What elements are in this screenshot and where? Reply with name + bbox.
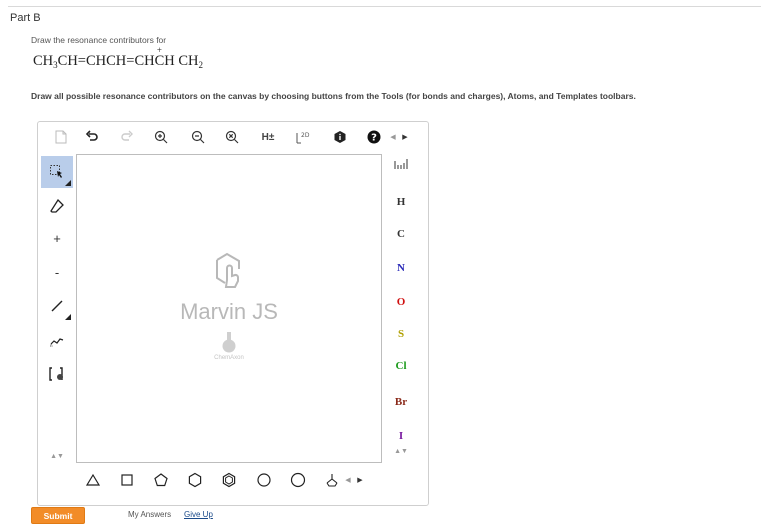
- marvin-editor: H± 2D ? ◀ ▶ + - n ▲▼ Marvin JS ChemAxon …: [37, 121, 429, 506]
- decrease-charge-button[interactable]: -: [41, 256, 73, 288]
- cyclohexane-template-icon[interactable]: [184, 470, 206, 490]
- periodic-table-icon[interactable]: [386, 158, 416, 173]
- undo-icon[interactable]: [83, 127, 101, 147]
- left-toolbar-scroll-icon[interactable]: ▲▼: [41, 445, 73, 467]
- top-divider: [8, 6, 761, 7]
- part-title: Part B: [10, 12, 41, 24]
- formula-c-plus: C: [154, 53, 165, 69]
- carbocation-carbon: C +: [154, 45, 165, 70]
- cycloheptane-template-icon[interactable]: [253, 470, 275, 490]
- clean-2d-button[interactable]: 2D: [294, 127, 314, 147]
- single-bond-button[interactable]: [41, 290, 73, 322]
- marvin-logo-icon: [216, 252, 240, 288]
- new-document-icon[interactable]: [52, 127, 70, 147]
- help-icon[interactable]: ?: [365, 127, 383, 147]
- templates-scroll-left-icon[interactable]: ◀: [343, 470, 353, 490]
- formula-sub2: 2: [198, 60, 204, 70]
- select-tool-button[interactable]: [41, 156, 73, 188]
- bracket-tool-button[interactable]: [41, 358, 73, 390]
- help-label: ?: [371, 133, 377, 144]
- chemical-formula: CH3CH=CHCH=CHC + H CH2: [33, 45, 204, 70]
- benzene-template-icon[interactable]: [218, 470, 240, 490]
- formula-seg1: CH: [33, 53, 54, 69]
- clean-2d-label: 2D: [301, 132, 310, 139]
- formula-seg3: H: [164, 53, 175, 69]
- select-tool-submenu-icon: [65, 180, 71, 186]
- cyclopentane-template-icon[interactable]: [150, 470, 172, 490]
- atom-button-cl[interactable]: Cl: [386, 360, 416, 372]
- atom-button-c[interactable]: C: [386, 228, 416, 240]
- templates-scroll-right-icon[interactable]: ▶: [355, 470, 365, 490]
- info-icon[interactable]: [331, 127, 349, 147]
- hydrogen-toggle-button[interactable]: H±: [258, 127, 278, 147]
- atom-button-s[interactable]: S: [386, 328, 416, 340]
- increase-charge-button[interactable]: +: [41, 222, 73, 254]
- left-toolbar: + - n ▲▼: [38, 150, 76, 460]
- eraser-tool-button[interactable]: [41, 190, 73, 222]
- cyclopropane-template-icon[interactable]: [82, 470, 104, 490]
- svg-text:n: n: [50, 343, 53, 348]
- marvin-title: Marvin JS: [180, 299, 278, 324]
- submit-button[interactable]: Submit: [31, 507, 85, 524]
- top-toolbar: H± 2D ? ◀ ▶: [38, 122, 428, 150]
- chemaxon-label: ChemAxon: [214, 355, 244, 361]
- question-prompt: Draw the resonance contributors for: [31, 35, 167, 45]
- marvin-watermark: Marvin JS ChemAxon: [77, 250, 381, 361]
- chain-tool-button[interactable]: n: [41, 324, 73, 356]
- drawing-canvas[interactable]: Marvin JS ChemAxon: [76, 154, 382, 463]
- toolbar-scroll-right-icon[interactable]: ▶: [400, 127, 410, 147]
- zoom-in-icon[interactable]: [152, 127, 170, 147]
- atom-button-o[interactable]: O: [386, 296, 416, 308]
- templates-toolbar: ◀ ▶: [38, 465, 428, 495]
- bond-submenu-icon: [65, 314, 71, 320]
- atom-button-h[interactable]: H: [386, 196, 416, 208]
- chemaxon-flask-icon: [222, 332, 236, 353]
- zoom-out-icon[interactable]: [189, 127, 207, 147]
- atom-button-n[interactable]: N: [386, 262, 416, 274]
- positive-charge: +: [156, 45, 162, 55]
- atom-button-i[interactable]: I: [386, 430, 416, 442]
- cyclooctane-template-icon[interactable]: [287, 470, 309, 490]
- zoom-reset-icon[interactable]: [223, 127, 241, 147]
- formula-seg4: CH: [178, 53, 199, 69]
- cyclobutane-template-icon[interactable]: [116, 470, 138, 490]
- atom-button-br[interactable]: Br: [386, 396, 416, 408]
- atoms-toolbar: H C N O S Cl Br I ▲▼: [386, 154, 422, 464]
- toolbar-scroll-left-icon[interactable]: ◀: [388, 127, 398, 147]
- my-answers-link[interactable]: My Answers: [128, 510, 171, 519]
- instruction-text: Draw all possible resonance contributors…: [31, 91, 636, 101]
- templates-library-icon[interactable]: [321, 470, 343, 490]
- formula-seg2: CH=CHCH=CH: [57, 53, 155, 69]
- give-up-link[interactable]: Give Up: [184, 510, 213, 519]
- atoms-scroll-icon[interactable]: ▲▼: [386, 444, 416, 456]
- redo-icon[interactable]: [118, 127, 136, 147]
